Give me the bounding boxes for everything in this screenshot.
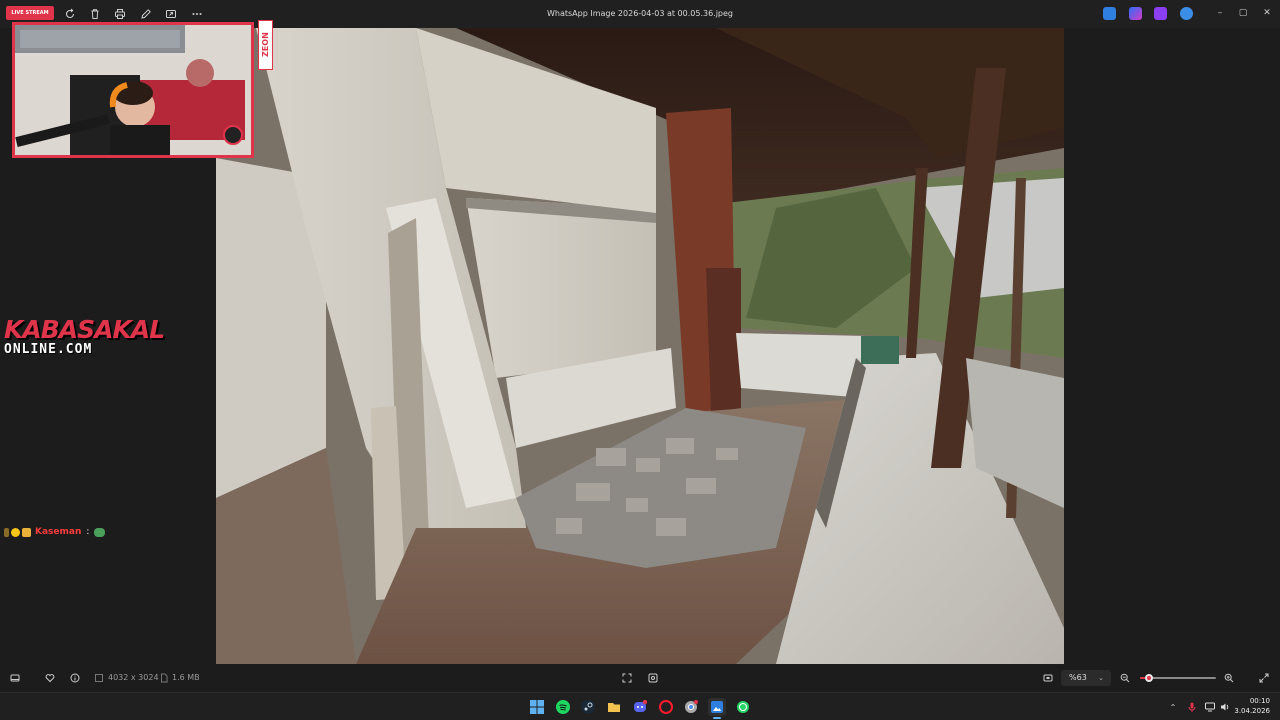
tray-overflow-icon[interactable]: ⌃ (1167, 701, 1179, 713)
badge-icon (4, 527, 9, 537)
maximize-button[interactable]: ▢ (1232, 4, 1254, 22)
brand-tag: ZEON (258, 20, 273, 70)
photos-app-icon[interactable] (708, 698, 726, 719)
chat-message: Kaseman : (4, 525, 106, 539)
steam-icon[interactable] (579, 698, 597, 716)
favorite-icon[interactable] (44, 672, 56, 684)
whatsapp-icon[interactable] (734, 698, 752, 716)
zoom-out-icon[interactable] (1119, 672, 1131, 684)
info-icon[interactable] (69, 672, 81, 684)
zoom-slider-thumb[interactable] (1145, 674, 1154, 682)
fit-view-icon[interactable] (1042, 672, 1054, 684)
photos-editor-icon[interactable] (1103, 7, 1116, 20)
chat-separator: : (86, 527, 90, 537)
clipchamp-icon[interactable] (1129, 7, 1142, 20)
emote-icon (94, 527, 106, 537)
zoom-in-icon[interactable] (1223, 672, 1235, 684)
fit-to-window-icon[interactable] (621, 672, 633, 684)
crown-icon (22, 527, 31, 537)
onedrive-icon[interactable] (1180, 7, 1193, 20)
file-size: 1.6 MB (172, 673, 200, 682)
chat-username: Kaseman (35, 527, 82, 537)
microphone-icon[interactable] (1186, 701, 1198, 713)
filmstrip-icon[interactable] (9, 672, 21, 684)
image-dimensions: 4032 x 3024 (108, 673, 159, 682)
dimensions-icon (93, 672, 105, 684)
sub-badge-icon (11, 527, 20, 537)
logo-title: KABASAKAL (4, 315, 165, 344)
logo-subtitle: ONLINE.COM (4, 342, 93, 357)
file-size-icon (158, 672, 170, 684)
live-stream-badge: LIVE STREAM (6, 6, 54, 20)
webcam-overlay (12, 22, 254, 158)
close-button[interactable]: ✕ (1256, 4, 1278, 22)
taskbar: ⌃ (0, 692, 1280, 720)
zoom-slider[interactable] (1140, 674, 1216, 682)
start-icon[interactable] (528, 698, 546, 716)
minimize-button[interactable]: – (1209, 4, 1231, 22)
photo[interactable] (216, 28, 1064, 664)
clock-time[interactable]: 00:10 (1236, 697, 1270, 705)
network-icon[interactable] (1204, 701, 1216, 713)
chrome-icon[interactable] (682, 698, 700, 716)
fullscreen-icon[interactable] (1258, 672, 1270, 684)
actual-size-icon[interactable] (647, 672, 659, 684)
spotify-icon[interactable] (554, 698, 572, 716)
discord-icon[interactable] (631, 698, 649, 716)
zoom-value: %63 (1069, 673, 1087, 682)
file-explorer-icon[interactable] (605, 698, 623, 716)
info-bar: 4032 x 3024 1.6 MB %63 ⌄ (0, 664, 1280, 692)
zoom-dropdown[interactable]: %63 ⌄ (1061, 670, 1111, 686)
chevron-down-icon: ⌄ (1098, 674, 1104, 682)
opera-icon[interactable] (657, 698, 675, 716)
designer-icon[interactable] (1154, 7, 1167, 20)
clock-date[interactable]: 3.04.2026 (1226, 707, 1270, 715)
